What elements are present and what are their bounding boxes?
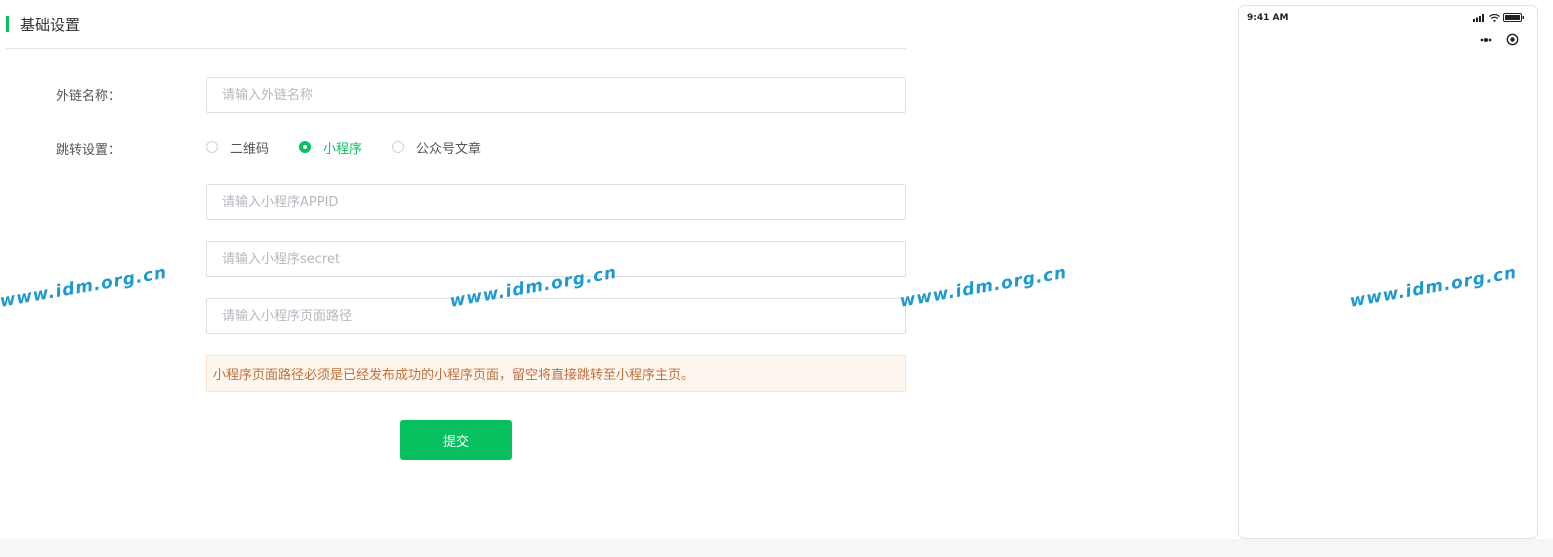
submit-button[interactable]: 提交	[400, 420, 512, 460]
more-icon[interactable]	[1480, 37, 1492, 42]
page-path-notice: 小程序页面路径必须是已经发布成功的小程序页面，留空将直接跳转至小程序主页。	[206, 355, 906, 392]
appid-input[interactable]	[206, 184, 906, 220]
battery-icon	[1503, 13, 1525, 22]
radio-circle[interactable]	[392, 141, 405, 153]
radio-label: 小程序	[323, 141, 363, 157]
miniprogram-capsule	[1466, 33, 1519, 46]
section-header: 基础设置	[6, 12, 80, 36]
close-target-icon[interactable]	[1506, 33, 1519, 46]
link-name-label: 外链名称：	[56, 89, 122, 104]
watermark-text: www.idm.org.cn	[0, 262, 169, 312]
page-bottom-strip	[0, 539, 1553, 557]
redirect-radio-group: 二维码 小程序 公众号文章	[206, 137, 511, 157]
radio-option-qrcode[interactable]: 二维码	[206, 138, 269, 157]
phone-status-time: 9:41 AM	[1247, 13, 1289, 23]
radio-circle[interactable]	[206, 141, 218, 153]
page-path-input[interactable]	[206, 298, 906, 334]
notice-text: 小程序页面路径必须是已经发布成功的小程序页面，留空将直接跳转至小程序主页。	[213, 368, 695, 383]
radio-circle-selected[interactable]	[299, 141, 312, 153]
radio-option-miniprogram[interactable]: 小程序	[299, 138, 362, 157]
link-name-input[interactable]	[206, 77, 906, 113]
phone-status-icons	[1470, 13, 1525, 22]
section-accent-bar	[6, 16, 9, 32]
watermark-text: www.idm.org.cn	[898, 262, 1069, 312]
radio-label: 二维码	[230, 141, 270, 157]
phone-preview: 9:41 AM	[1238, 5, 1538, 539]
section-divider	[6, 48, 906, 49]
radio-label: 公众号文章	[416, 141, 482, 157]
secret-input[interactable]	[206, 241, 906, 277]
wifi-icon	[1489, 13, 1500, 22]
redirect-setting-label: 跳转设置：	[56, 143, 122, 158]
signal-icon	[1473, 13, 1486, 22]
radio-option-article[interactable]: 公众号文章	[392, 138, 481, 157]
section-title: 基础设置	[20, 15, 81, 34]
